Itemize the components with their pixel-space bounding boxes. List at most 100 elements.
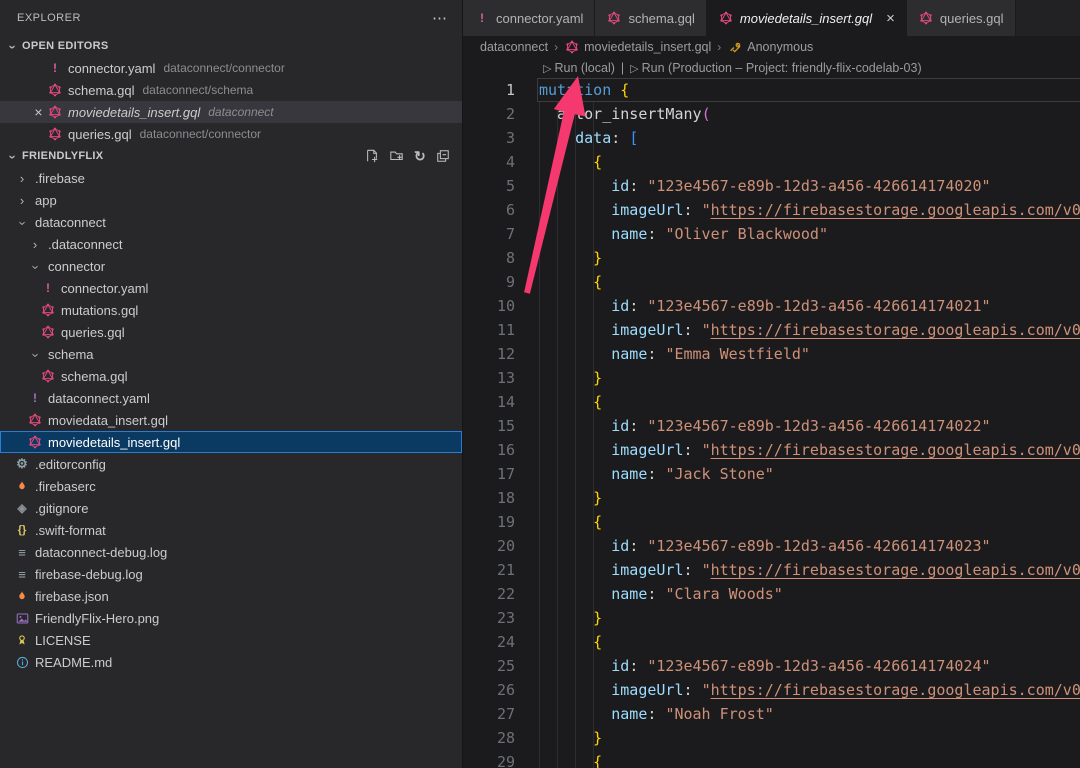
tree-folder[interactable]: ›schema (0, 343, 462, 365)
tree-file[interactable]: ≡dataconnect-debug.log (0, 541, 462, 563)
breadcrumb: dataconnect›moviedetails_insert.gql›Anon… (463, 36, 1080, 58)
line-number: 27 (463, 702, 515, 726)
flame-icon (14, 589, 30, 603)
open-editor-item[interactable]: queries.gqldataconnect/connector (0, 123, 462, 145)
tree-folder[interactable]: ›connector (0, 255, 462, 277)
tree-file[interactable]: mutations.gql (0, 299, 462, 321)
tree-item-label: LICENSE (35, 633, 91, 648)
chevron-down-icon: › (5, 39, 20, 55)
vscode-window: EXPLORER ⋯ › OPEN EDITORS !connector.yam… (0, 0, 1080, 768)
code-text: name: "Emma Westfield" (515, 342, 810, 366)
line-number: 10 (463, 294, 515, 318)
code-text: mutation { (515, 78, 629, 102)
editor-tab[interactable]: schema.gql (595, 0, 706, 36)
graphql-icon (606, 11, 622, 25)
graphql-icon (564, 40, 580, 54)
tree-file[interactable]: ⚙.editorconfig (0, 453, 462, 475)
close-icon[interactable]: × (30, 104, 47, 120)
code-editor[interactable]: 1mutation {2 actor_insertMany(3 data: [4… (463, 78, 1080, 768)
info-icon (14, 656, 30, 669)
new-folder-icon[interactable] (389, 149, 404, 163)
yaml-warning-icon: ! (474, 11, 490, 25)
tree-file[interactable]: moviedetails_insert.gql (0, 431, 462, 453)
run-production-link[interactable]: ▷ Run (Production – Project: friendly-fl… (630, 61, 921, 75)
open-editor-item[interactable]: ×moviedetails_insert.gqldataconnect (0, 101, 462, 123)
tree-file[interactable]: .firebaserc (0, 475, 462, 497)
tree-file[interactable]: LICENSE (0, 629, 462, 651)
code-line: 29 { (463, 750, 1080, 768)
breadcrumb-item[interactable]: Anonymous (727, 40, 813, 54)
run-icon: ▷ (543, 62, 551, 75)
line-number: 17 (463, 462, 515, 486)
code-text: { (515, 150, 602, 174)
tree-item-label: .dataconnect (48, 237, 122, 252)
editor-tab[interactable]: queries.gql (907, 0, 1016, 36)
code-line: 10 id: "123e4567-e89b-12d3-a456-42661417… (463, 294, 1080, 318)
editor-tab[interactable]: moviedetails_insert.gql× (707, 0, 907, 36)
image-icon (14, 612, 30, 625)
line-number: 20 (463, 534, 515, 558)
tree-file[interactable]: README.md (0, 651, 462, 673)
tree-item-label: schema (48, 347, 94, 362)
graphql-icon (27, 413, 43, 427)
tree-file[interactable]: firebase.json (0, 585, 462, 607)
tree-folder[interactable]: ›.firebase (0, 167, 462, 189)
graphql-icon (40, 325, 56, 339)
tree-file[interactable]: !dataconnect.yaml (0, 387, 462, 409)
open-editor-name: moviedetails_insert.gql (68, 105, 200, 120)
tree-file[interactable]: ≡firebase-debug.log (0, 563, 462, 585)
tree-folder[interactable]: ›dataconnect (0, 211, 462, 233)
tree-file[interactable]: schema.gql (0, 365, 462, 387)
code-line: 4 { (463, 150, 1080, 174)
chevron-right-icon: › (27, 237, 43, 252)
code-line: 19 { (463, 510, 1080, 534)
run-local-link[interactable]: ▷ Run (local) (543, 61, 615, 75)
code-lines: 1mutation {2 actor_insertMany(3 data: [4… (463, 78, 1080, 768)
tree-item-label: app (35, 193, 57, 208)
tree-folder[interactable]: ›app (0, 189, 462, 211)
tree-file[interactable]: queries.gql (0, 321, 462, 343)
breadcrumb-item[interactable]: moviedetails_insert.gql (564, 40, 711, 54)
line-number: 8 (463, 246, 515, 270)
breadcrumb-item[interactable]: dataconnect (480, 40, 548, 54)
license-icon (14, 633, 30, 647)
code-line: 24 { (463, 630, 1080, 654)
tree-item-label: schema.gql (61, 369, 127, 384)
code-text: id: "123e4567-e89b-12d3-a456-42661417402… (515, 174, 991, 198)
code-text: } (515, 486, 602, 510)
graphql-icon (27, 435, 43, 449)
new-file-icon[interactable] (365, 149, 379, 163)
open-editors-label: OPEN EDITORS (22, 40, 109, 52)
breadcrumb-label: moviedetails_insert.gql (584, 40, 711, 54)
tree-item-label: moviedetails_insert.gql (48, 435, 180, 450)
editor-tab[interactable]: !connector.yaml (463, 0, 595, 36)
code-text: name: "Noah Frost" (515, 702, 774, 726)
open-editor-item[interactable]: schema.gqldataconnect/schema (0, 79, 462, 101)
code-line: 14 { (463, 390, 1080, 414)
run-production-label: Run (Production – Project: friendly-flix… (642, 61, 922, 75)
collapse-all-icon[interactable] (436, 149, 450, 163)
open-editors-header[interactable]: › OPEN EDITORS (0, 35, 462, 57)
code-line: 11 imageUrl: "https://firebasestorage.go… (463, 318, 1080, 342)
line-number: 19 (463, 510, 515, 534)
line-number: 9 (463, 270, 515, 294)
tree-file[interactable]: !connector.yaml (0, 277, 462, 299)
code-text: { (515, 630, 602, 654)
code-text: id: "123e4567-e89b-12d3-a456-42661417402… (515, 294, 991, 318)
tree-file[interactable]: moviedata_insert.gql (0, 409, 462, 431)
open-editor-item[interactable]: !connector.yamldataconnect/connector (0, 57, 462, 79)
code-text: data: [ (515, 126, 638, 150)
open-editor-name: queries.gql (68, 127, 132, 142)
braces-icon: {} (14, 524, 30, 536)
tree-item-label: dataconnect (35, 215, 106, 230)
close-icon[interactable]: × (886, 10, 895, 27)
tree-file[interactable]: FriendlyFlix-Hero.png (0, 607, 462, 629)
line-number: 25 (463, 654, 515, 678)
tree-file[interactable]: ◈.gitignore (0, 497, 462, 519)
tree-file[interactable]: {}.swift-format (0, 519, 462, 541)
more-actions-icon[interactable]: ⋯ (432, 9, 448, 27)
project-section-header[interactable]: › FRIENDLYFLIX ↻ (0, 145, 462, 167)
code-text: name: "Oliver Blackwood" (515, 222, 828, 246)
refresh-icon[interactable]: ↻ (414, 148, 426, 165)
tree-folder[interactable]: › .dataconnect (0, 233, 462, 255)
